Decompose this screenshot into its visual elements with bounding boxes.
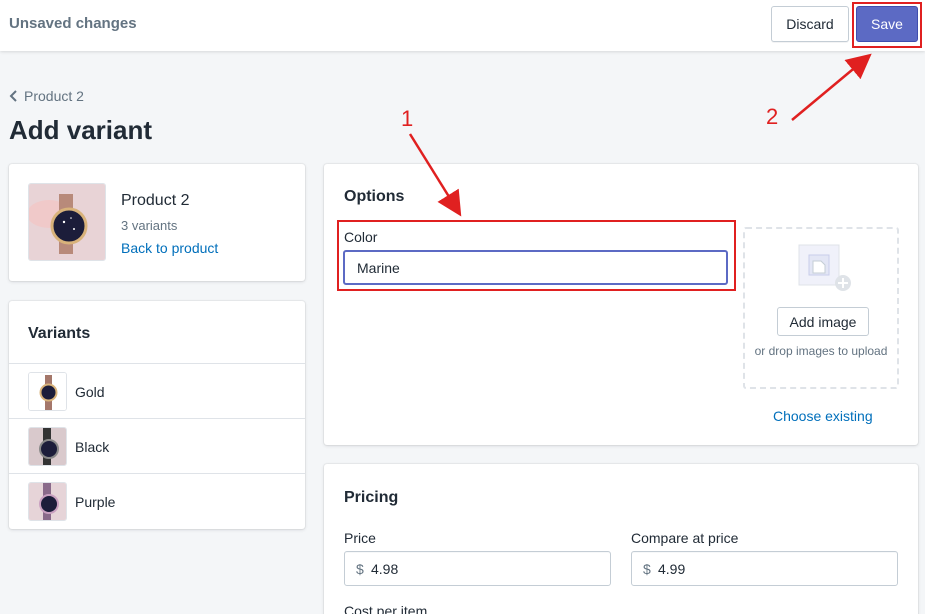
options-heading: Options [344,188,405,205]
back-to-product-link[interactable]: Back to product [121,240,218,256]
variant-thumbnail [28,372,67,411]
variants-card: Variants Gold Black Purple [9,301,305,529]
variant-row-gold[interactable]: Gold [9,363,305,418]
pricing-card: Pricing Price $ 4.98 Compare at price $ … [324,464,918,614]
price-value: 4.98 [371,561,399,577]
price-input[interactable]: $ 4.98 [344,551,611,586]
discard-button[interactable]: Discard [771,6,849,42]
watch-thumbnail-icon [29,184,105,260]
add-image-button[interactable]: Add image [777,307,869,336]
currency-prefix: $ [356,561,364,577]
compare-at-price-label: Compare at price [631,530,739,546]
watch-thumbnail-icon [29,428,66,465]
variant-thumbnail [28,427,67,466]
compare-at-price-input[interactable]: $ 4.99 [631,551,898,586]
variant-label: Black [75,439,110,455]
page-title: Add variant [9,115,153,145]
product-name: Product 2 [121,192,190,209]
chevron-left-icon [9,90,18,102]
variant-row-purple[interactable]: Purple [9,473,305,528]
color-input[interactable] [343,250,728,285]
drop-images-text: or drop images to upload [754,344,888,358]
options-card: Options Color Add image or drop images t… [324,164,918,445]
variants-heading: Variants [28,325,91,342]
annotation-arrow-2 [791,53,872,121]
top-bar: Unsaved changes Discard Save [0,0,925,51]
cost-per-item-label: Cost per item [344,603,428,614]
product-thumbnail [28,183,106,261]
variant-thumbnail [28,482,67,521]
annotation-step-2: 2 [766,104,779,129]
annotation-step-1: 1 [401,106,414,131]
watch-thumbnail-icon [29,483,66,520]
breadcrumb[interactable]: Product 2 [9,88,84,104]
product-card: Product 2 3 variants Back to product [9,164,305,281]
watch-thumbnail-icon [29,373,66,410]
breadcrumb-label: Product 2 [24,88,84,104]
pricing-heading: Pricing [344,489,399,506]
compare-at-price-value: 4.99 [658,561,686,577]
color-label: Color [344,229,378,245]
price-label: Price [344,530,376,546]
variant-row-black[interactable]: Black [9,418,305,473]
unsaved-changes-title: Unsaved changes [9,15,137,32]
image-placeholder-icon [797,243,853,300]
variant-label: Purple [75,494,116,510]
variant-label: Gold [75,384,105,400]
currency-prefix: $ [643,561,651,577]
variant-count: 3 variants [121,218,178,233]
choose-existing-link[interactable]: Choose existing [773,408,873,424]
image-dropzone[interactable]: Add image or drop images to upload [743,227,899,389]
save-button[interactable]: Save [856,6,918,42]
